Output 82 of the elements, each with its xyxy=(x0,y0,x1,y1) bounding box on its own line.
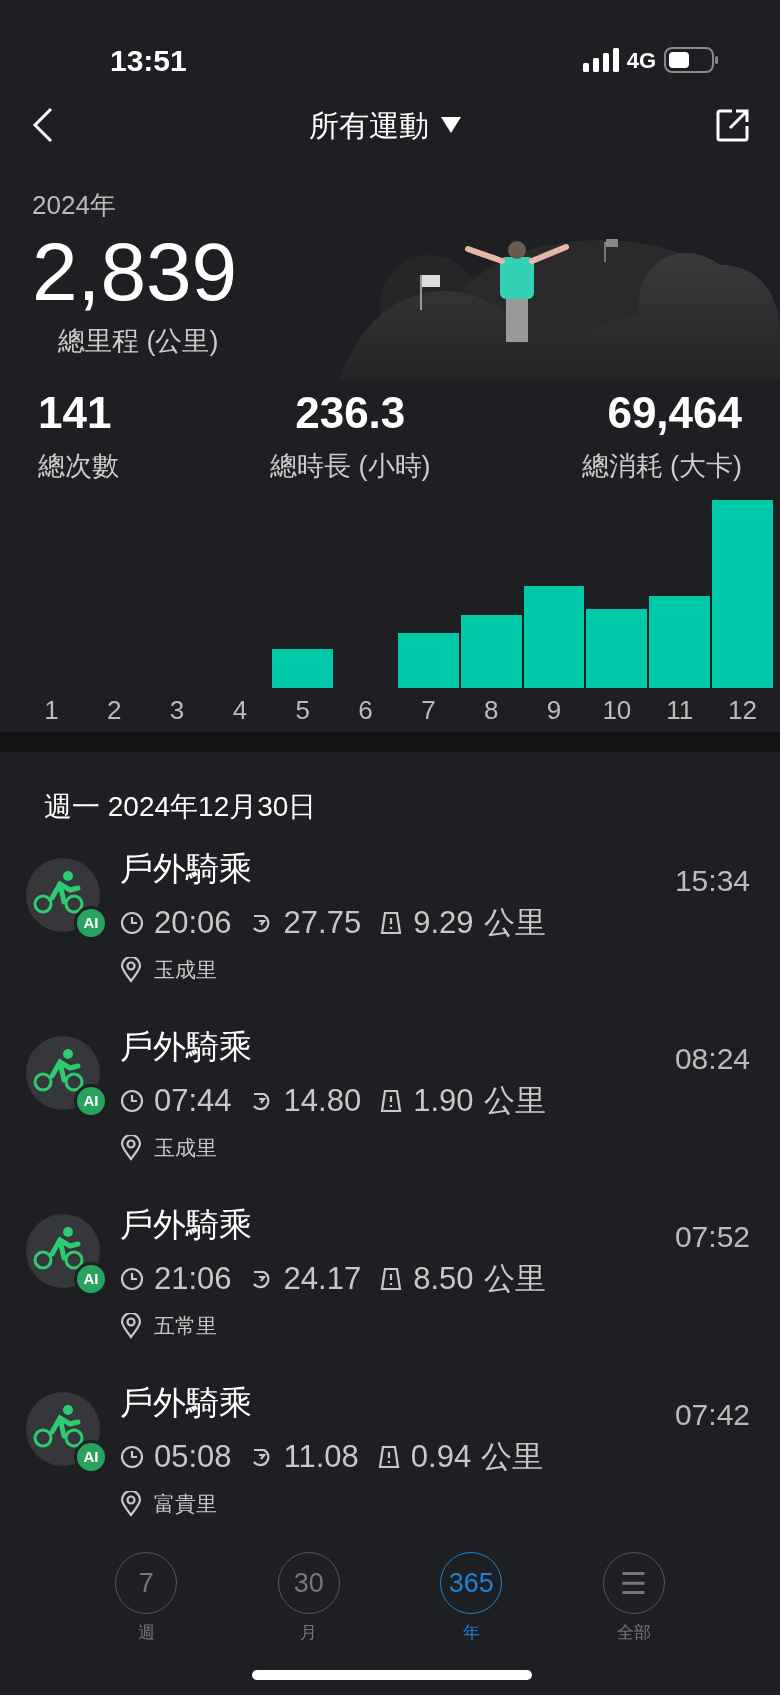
distance-label: 總里程 (公里) xyxy=(58,325,220,358)
month-label: 4 xyxy=(232,693,248,727)
activity-title: 戶外騎乘 xyxy=(120,1205,253,1245)
activity-time: 15:34 xyxy=(674,863,750,899)
activity-title: 戶外騎乘 xyxy=(120,1383,253,1423)
month-label: 6 xyxy=(358,693,373,727)
speed-value: 14.80 xyxy=(283,1081,362,1120)
location-label: 富貴里 xyxy=(154,1491,217,1517)
share-icon xyxy=(716,108,750,142)
distance-unit: 公里 xyxy=(483,1081,546,1120)
month-label: 2 xyxy=(107,693,122,727)
activity-time: 07:52 xyxy=(674,1219,750,1255)
chart-bar xyxy=(397,633,459,688)
signal-icon xyxy=(582,48,619,72)
month-label: 10 xyxy=(602,693,632,727)
month-label: 9 xyxy=(546,693,562,727)
clock-icon xyxy=(120,910,144,935)
location-icon xyxy=(120,956,142,983)
stat-value: 141 xyxy=(38,387,113,439)
period-tab[interactable]: 30 月 xyxy=(227,1552,390,1646)
stat-label: 總消耗 (大卡) xyxy=(581,450,742,483)
road-icon xyxy=(379,910,404,935)
sport-filter-dropdown[interactable]: 所有運動 xyxy=(309,102,461,148)
stat-value: 236.3 xyxy=(294,387,407,439)
period-tab[interactable]: 7 週 xyxy=(65,1552,228,1646)
distance-unit: 公里 xyxy=(483,1259,546,1298)
location-label: 玉成里 xyxy=(154,957,217,983)
total-distance: 2,839 xyxy=(32,231,238,313)
distance-value: 1.90 xyxy=(413,1081,474,1120)
distance-unit: 公里 xyxy=(483,903,546,942)
clock-icon xyxy=(120,1444,144,1469)
speed-value: 27.75 xyxy=(283,903,362,942)
duration-value: 21:06 xyxy=(154,1259,232,1298)
location-icon xyxy=(120,1490,142,1517)
share-button[interactable] xyxy=(716,108,750,142)
clock-icon xyxy=(120,1088,144,1113)
speed-value: 11.08 xyxy=(283,1437,359,1476)
chart-bar xyxy=(272,648,334,688)
ai-badge: AI xyxy=(74,1084,108,1118)
month-label: 11 xyxy=(666,693,694,727)
year-label: 2024年 xyxy=(32,189,117,222)
ai-badge: AI xyxy=(74,1262,108,1296)
road-icon xyxy=(376,1444,401,1469)
stat-label: 總時長 (小時) xyxy=(270,450,431,483)
location-icon xyxy=(120,1312,142,1339)
duration-value: 07:44 xyxy=(154,1081,232,1120)
distance-unit: 公里 xyxy=(481,1437,544,1476)
road-icon xyxy=(379,1266,404,1291)
clock-icon xyxy=(120,1266,144,1291)
activity-time: 08:24 xyxy=(674,1041,750,1077)
activity-title: 戶外騎乘 xyxy=(120,849,253,889)
speed-value: 24.17 xyxy=(283,1259,362,1298)
location-label: 五常里 xyxy=(154,1313,217,1339)
stat-label: 總次數 xyxy=(38,450,119,483)
location-icon xyxy=(120,1134,142,1161)
network-label: 4G xyxy=(626,46,656,75)
activity-time: 07:42 xyxy=(674,1397,750,1433)
duration-value: 05:08 xyxy=(154,1437,232,1476)
month-label: 12 xyxy=(728,693,757,727)
battery-icon xyxy=(664,47,720,73)
period-tab[interactable]: ☰ 全部 xyxy=(552,1552,715,1646)
back-button[interactable] xyxy=(32,107,54,143)
date-header: 週一 2024年12月30日 xyxy=(43,790,318,824)
ai-badge: AI xyxy=(74,1440,108,1474)
duration-value: 20:06 xyxy=(154,903,232,942)
month-label: 8 xyxy=(483,693,499,727)
distance-value: 8.50 xyxy=(413,1259,474,1298)
road-icon xyxy=(379,1088,404,1113)
activity-title: 戶外騎乘 xyxy=(120,1027,253,1067)
month-label: 3 xyxy=(169,693,185,727)
period-tab[interactable]: 365 年 xyxy=(390,1552,553,1646)
stat-value: 69,464 xyxy=(606,387,742,439)
month-label: 1 xyxy=(44,693,59,727)
distance-value: 0.94 xyxy=(410,1437,472,1476)
month-label: 5 xyxy=(295,693,310,727)
location-label: 玉成里 xyxy=(154,1135,217,1161)
ai-badge: AI xyxy=(74,906,108,940)
distance-value: 9.29 xyxy=(413,903,474,942)
caret-icon xyxy=(441,117,461,133)
clock-time: 13:51 xyxy=(110,42,187,79)
month-label: 7 xyxy=(421,693,436,727)
back-icon xyxy=(32,107,54,143)
